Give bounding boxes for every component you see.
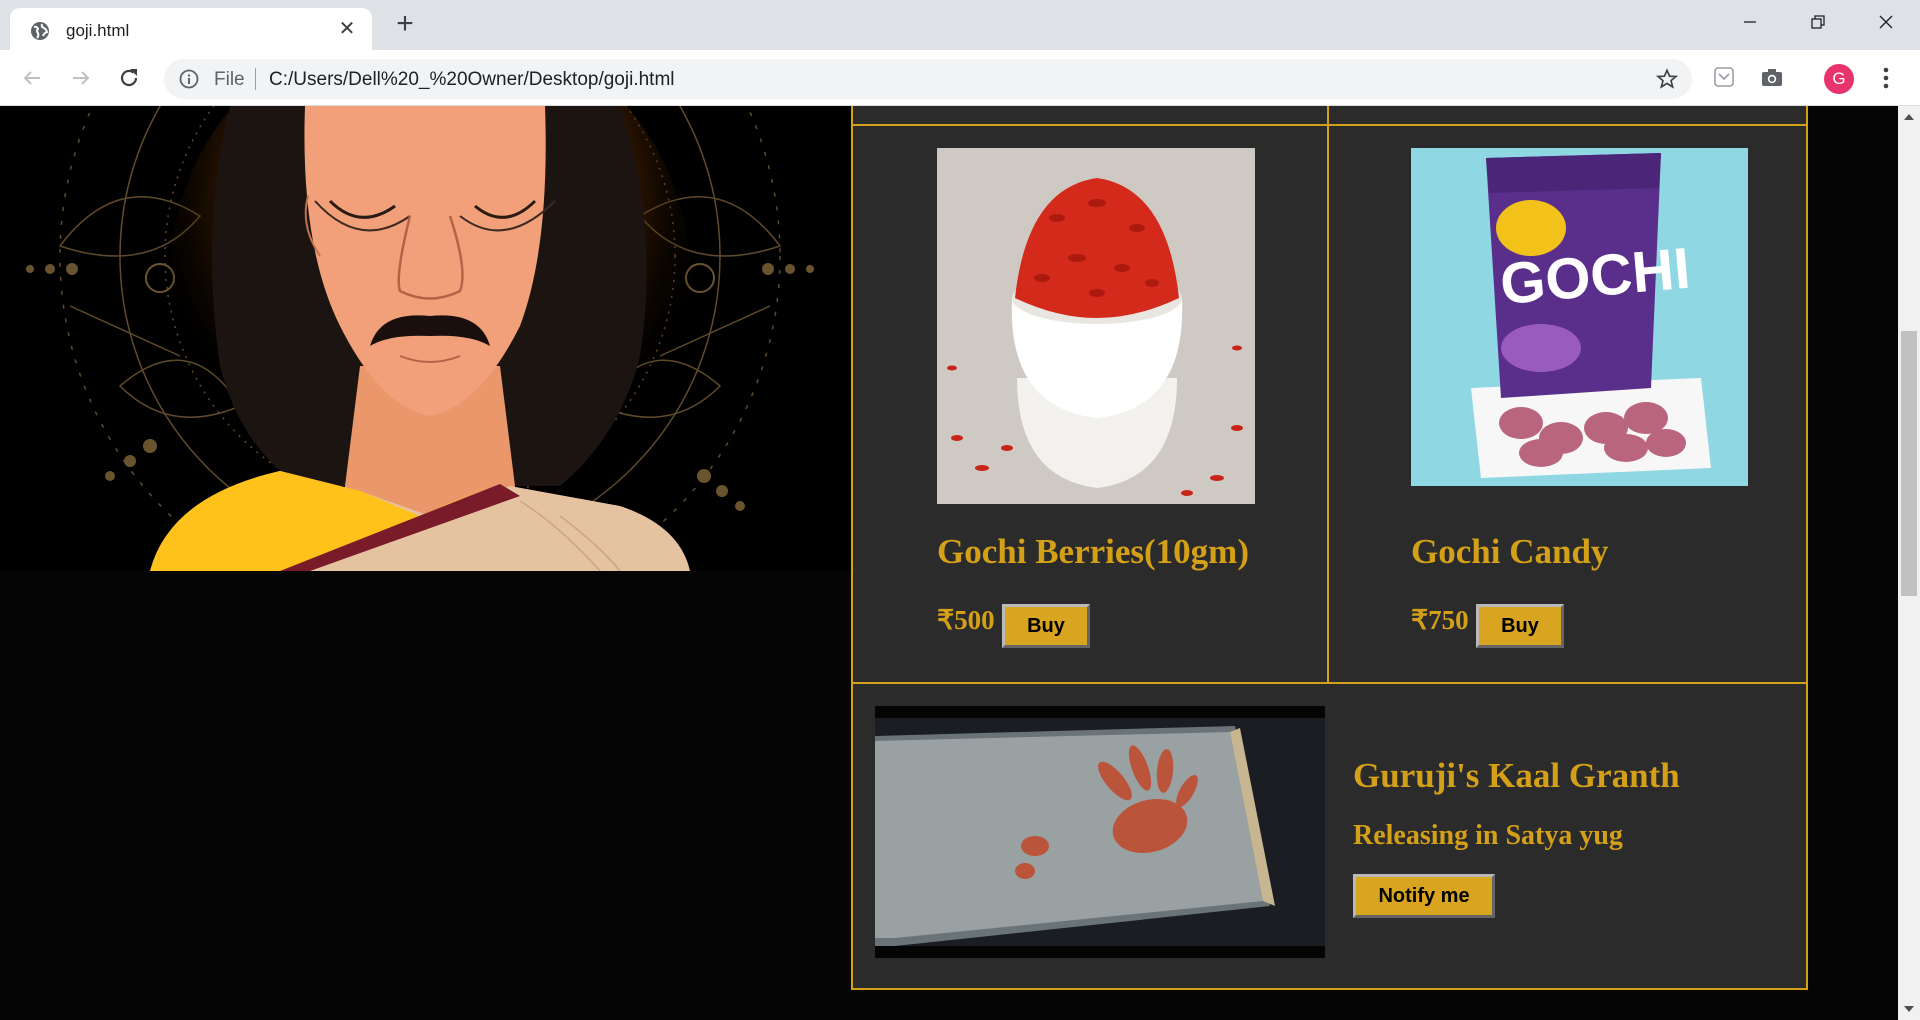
profile-avatar[interactable]: G (1824, 64, 1854, 94)
close-icon (1879, 15, 1893, 29)
tab-goji[interactable]: goji.html ✕ (10, 8, 372, 50)
goji-berries-bowl (937, 148, 1255, 504)
pocket-extension-icon[interactable] (1712, 65, 1736, 89)
kebab-menu-icon[interactable] (1876, 65, 1896, 91)
reload-button[interactable] (114, 63, 144, 93)
notify-me-button[interactable]: Notify me (1353, 874, 1495, 918)
info-icon[interactable] (179, 69, 199, 89)
restore-icon (1811, 15, 1825, 29)
browser-toolbar: File C:/Users/Dell%20_%20Owner/Desktop/g… (0, 50, 1920, 106)
minimize-button[interactable] (1716, 0, 1784, 44)
grid-line-middle (853, 682, 1806, 684)
new-tab-button[interactable]: + (390, 9, 420, 40)
url-text[interactable]: C:/Users/Dell%20_%20Owner/Desktop/goji.h… (269, 69, 675, 91)
globe-icon (31, 22, 49, 40)
product-grid: Gochi Berries(10gm) ₹500 Buy GOCHI Gochi… (851, 106, 1808, 990)
tab-title: goji.html (66, 21, 130, 40)
camera-icon[interactable] (1760, 65, 1784, 89)
tab-strip: goji.html ✕ + (0, 0, 1920, 50)
omnibox-divider (255, 68, 256, 90)
buy-button-goji-berries[interactable]: Buy (1002, 604, 1090, 648)
grid-line-top (853, 124, 1806, 126)
gochi-candy-pack: GOCHI (1411, 148, 1748, 486)
guru-illustration (0, 106, 850, 571)
scheme-label: File (214, 69, 245, 90)
featured-image (875, 706, 1325, 958)
scroll-up-arrow-icon[interactable] (1904, 114, 1914, 120)
hero-image (0, 106, 850, 571)
star-icon[interactable] (1656, 68, 1678, 90)
featured-subtitle: Releasing in Satya yug (1353, 820, 1623, 851)
restore-button[interactable] (1784, 0, 1852, 44)
featured-title: Guruji's Kaal Granth (1353, 756, 1680, 795)
product-image-gochi-candy: GOCHI (1411, 148, 1748, 486)
product-name: Gochi Berries(10gm) (937, 532, 1249, 571)
book-handprint (875, 706, 1325, 958)
minimize-icon (1744, 21, 1756, 23)
back-button[interactable] (17, 63, 47, 93)
product-price: ₹750 (1411, 605, 1469, 635)
product-image-goji-berries (937, 148, 1255, 504)
product-price: ₹500 (937, 605, 995, 635)
close-window-button[interactable] (1852, 0, 1920, 44)
grid-line-vertical (1327, 106, 1329, 682)
close-tab-icon[interactable]: ✕ (336, 18, 358, 40)
page-scrollbar[interactable] (1898, 106, 1920, 1020)
arrow-left-icon (23, 71, 40, 85)
scrollbar-thumb[interactable] (1901, 331, 1917, 596)
arrow-right-icon (73, 71, 90, 85)
buy-button-gochi-candy[interactable]: Buy (1476, 604, 1564, 648)
scroll-down-arrow-icon[interactable] (1904, 1006, 1914, 1012)
page-viewport: Gochi Berries(10gm) ₹500 Buy GOCHI Gochi… (0, 106, 1898, 1020)
address-bar[interactable]: File C:/Users/Dell%20_%20Owner/Desktop/g… (164, 59, 1692, 99)
product-name: Gochi Candy (1411, 532, 1609, 571)
reload-icon (120, 69, 138, 87)
forward-button[interactable] (66, 63, 96, 93)
